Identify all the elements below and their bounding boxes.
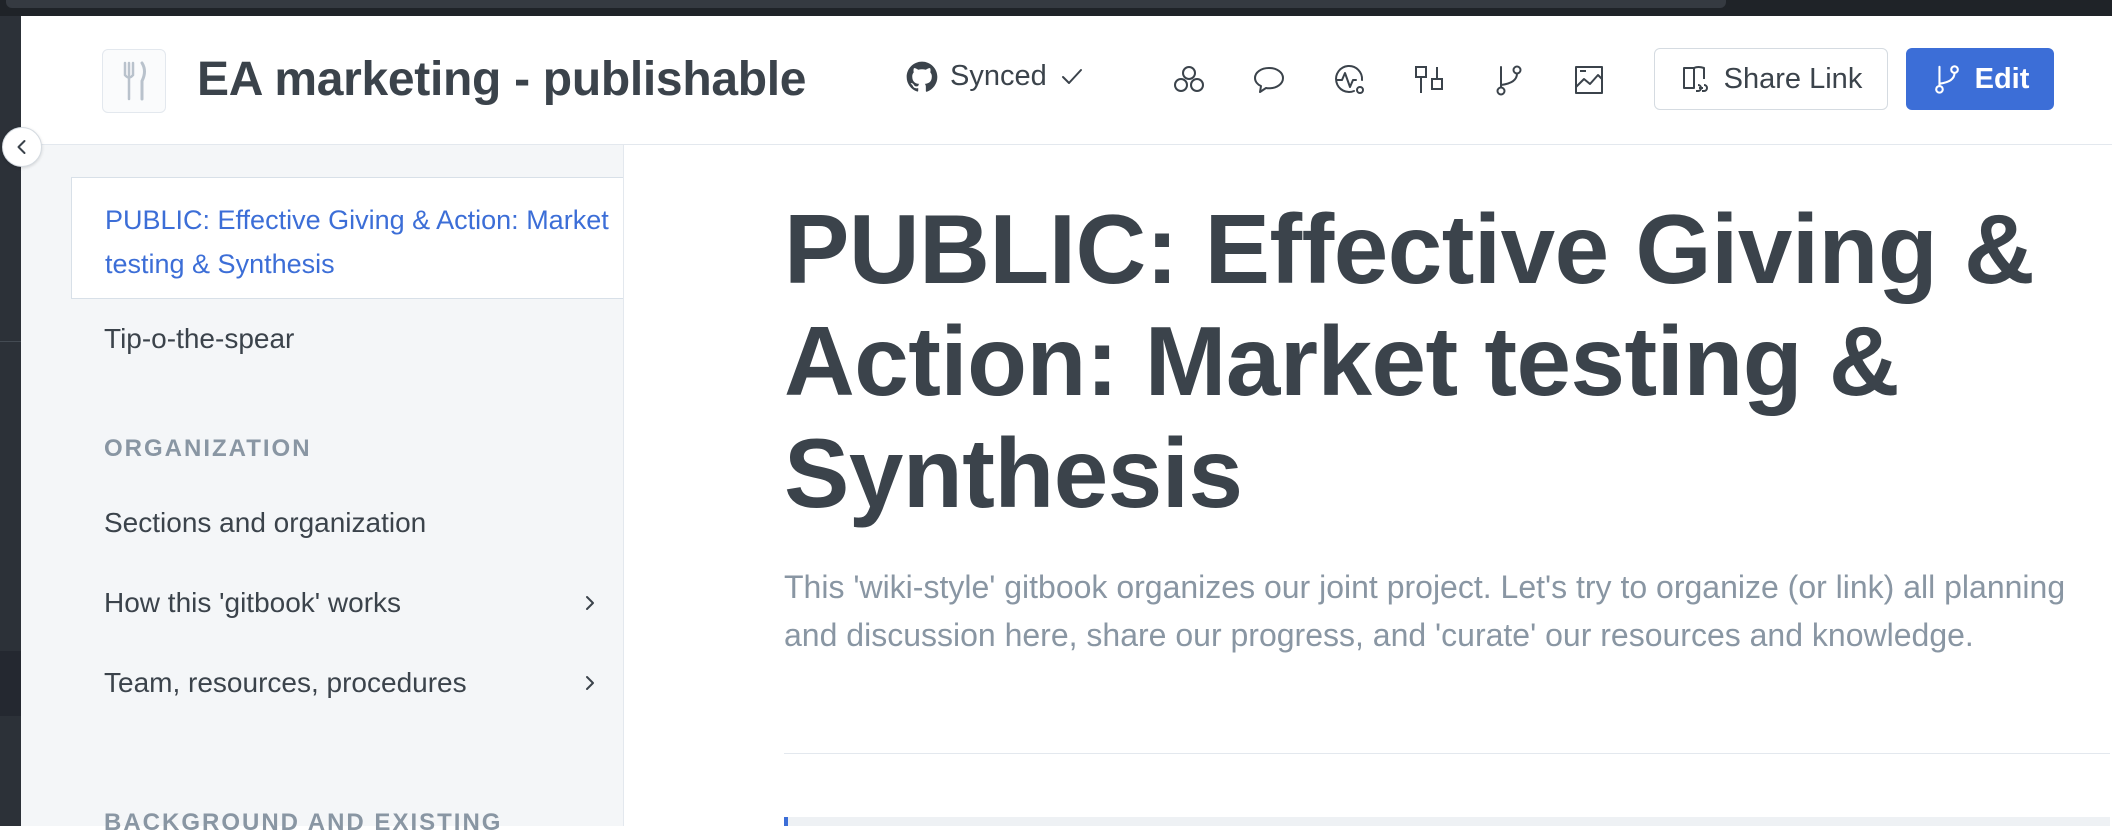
top-header: EA marketing - publishable Synced Share … [21,16,2112,145]
collapse-sidebar-button[interactable] [2,127,42,167]
chevron-right-icon[interactable] [580,673,600,693]
toolbar-icons [1171,62,1607,98]
sidebar-section-title: ORGANIZATION [104,435,312,462]
window-top-strip [0,0,2112,16]
rail-highlight [0,651,21,716]
comments-icon[interactable] [1251,62,1287,98]
github-icon [906,61,938,92]
chevron-right-icon[interactable] [580,593,600,613]
share-link-button[interactable]: Share Link [1654,48,1888,110]
sidebar-item-label: Sections and organization [104,507,427,538]
chevron-left-icon [17,140,26,154]
sync-label: Synced [950,60,1047,92]
sync-status[interactable]: Synced [906,60,1085,93]
sidebar-section-title: BACKGROUND AND EXISTING [104,809,503,836]
space-logo[interactable] [102,49,166,113]
sidebar: PUBLIC: Effective Giving & Action: Marke… [21,145,624,836]
edit-button[interactable]: Edit [1906,48,2054,110]
share-link-label: Share Link [1723,62,1863,95]
insights-icon[interactable] [1571,62,1607,98]
sidebar-item-sections-and-organization[interactable]: Sections and organization [104,507,600,539]
sidebar-item-active[interactable]: PUBLIC: Effective Giving & Action: Marke… [71,177,623,299]
merge-requests-icon[interactable] [1411,62,1447,98]
checkmark-icon [1061,68,1082,84]
sidebar-item-how-this-gitbook-works[interactable]: How this 'gitbook' works [104,587,600,619]
content-block-hint [784,817,2110,826]
page-description: This 'wiki-style' gitbook organizes our … [784,569,2066,653]
activity-icon[interactable] [1331,62,1367,98]
contributors-icon[interactable] [1171,62,1207,98]
sidebar-item-label: Tip-o-the-spear [104,323,295,354]
main-content: PUBLIC: Effective Giving & Action: Marke… [624,145,2112,826]
space-title: EA marketing - publishable [197,53,807,106]
sidebar-item-label: How this 'gitbook' works [104,587,402,618]
branch-icon[interactable] [1491,62,1527,98]
divider [784,753,2110,754]
horizontal-scrollbar[interactable] [6,0,1726,8]
sidebar-item-label: Team, resources, procedures [104,667,467,698]
book-link-icon [1682,66,1708,92]
edit-label: Edit [1974,62,2030,95]
page-title: PUBLIC: Effective Giving & Action: Marke… [784,194,2035,528]
branch-icon [1934,65,1959,94]
fork-knife-icon [123,61,146,101]
rail-divider [0,341,21,342]
sidebar-item-tip-o-the-spear[interactable]: Tip-o-the-spear [104,323,600,355]
sidebar-item-team-resources-procedures[interactable]: Team, resources, procedures [104,667,600,699]
